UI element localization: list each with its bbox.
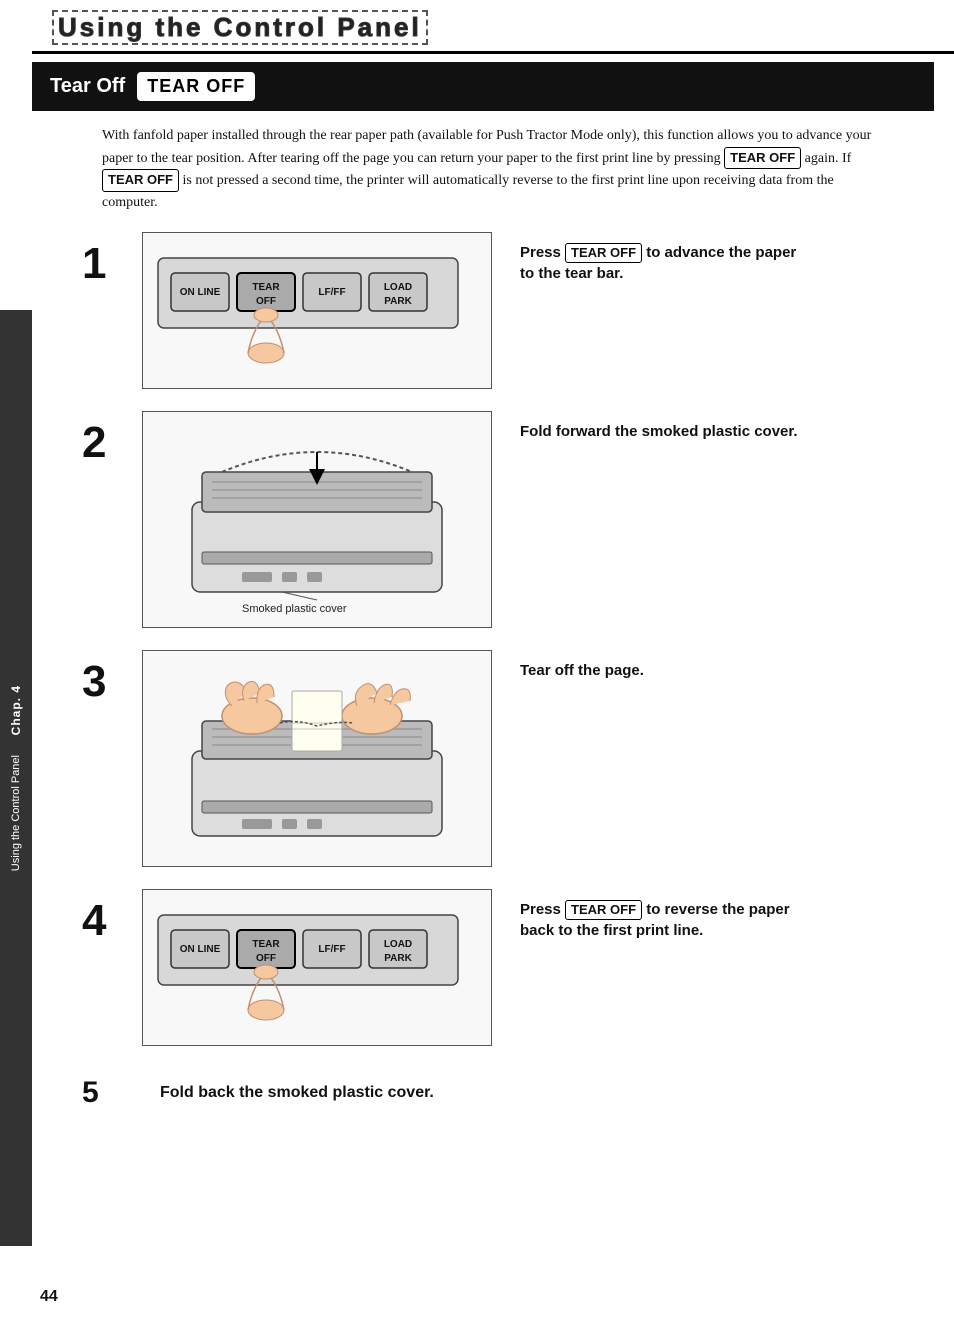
svg-text:OFF: OFF (256, 953, 276, 964)
page-title-area: Using the Control Panel (32, 0, 954, 54)
steps-area: 1 ON LINE TEAR OFF (82, 232, 934, 1068)
step-2-image: Smoked plastic cover (142, 411, 492, 628)
svg-text:TEAR: TEAR (252, 939, 280, 950)
step-3-desc-text: Tear off the page. (520, 662, 644, 679)
section-title: Tear Off (50, 75, 125, 98)
step-2-desc-text: Fold forward the smoked plastic cover. (520, 423, 798, 440)
svg-text:PARK: PARK (384, 953, 412, 964)
svg-text:LF/FF: LF/FF (318, 287, 345, 298)
page-number: 44 (40, 1288, 58, 1306)
intro-text-3: is not pressed a second time, the printe… (102, 173, 834, 210)
svg-text:Smoked plastic cover: Smoked plastic cover (242, 603, 347, 615)
section-header: Tear Off TEAR OFF (32, 62, 934, 111)
svg-text:OFF: OFF (256, 296, 276, 307)
step-1-desc: Press TEAR OFF to advance the paper to t… (520, 232, 800, 284)
sidebar-section-label: Using the Control Panel (10, 755, 22, 871)
step-5-row: 5 Fold back the smoked plastic cover. (82, 1078, 934, 1108)
page-title: Using the Control Panel (52, 10, 934, 45)
svg-text:PARK: PARK (384, 296, 412, 307)
step-4-image: ON LINE TEAR OFF LF/FF LOAD PARK (142, 889, 492, 1046)
step-3-image (142, 650, 492, 867)
step-1-badge: TEAR OFF (565, 243, 642, 263)
step-5-desc: Fold back the smoked plastic cover. (160, 1082, 434, 1104)
step-4-desc: Press TEAR OFF to reverse the paper back… (520, 889, 800, 941)
step-1-number: 1 (82, 242, 142, 286)
step-2-row: 2 (82, 411, 934, 628)
sidebar: Chap. 4 Using the Control Panel (0, 310, 32, 1246)
step-3-desc: Tear off the page. (520, 650, 644, 681)
step-5-number: 5 (82, 1078, 122, 1108)
main-content: With fanfold paper installed through the… (32, 111, 954, 1128)
step-2-number: 2 (82, 421, 142, 465)
step-3-number: 3 (82, 660, 142, 704)
svg-text:LOAD: LOAD (384, 282, 412, 293)
chapter-label: Chap. 4 (9, 685, 23, 735)
step-1-svg: ON LINE TEAR OFF LF/FF LOAD PARK (153, 253, 463, 373)
step-4-row: 4 ON LINE TEAR OFF LF (82, 889, 934, 1046)
section-badge: TEAR OFF (137, 72, 255, 101)
intro-badge-1: TEAR OFF (724, 147, 801, 169)
svg-text:ON LINE: ON LINE (180, 944, 221, 955)
step-4-desc-text: Press (520, 901, 565, 918)
step-4-number: 4 (82, 899, 142, 943)
svg-text:ON LINE: ON LINE (180, 287, 221, 298)
intro-text-2: again. If (805, 151, 852, 166)
svg-text:LOAD: LOAD (384, 939, 412, 950)
step-4-badge: TEAR OFF (565, 900, 642, 920)
step-2-svg: Smoked plastic cover (162, 422, 472, 617)
intro-paragraph: With fanfold paper installed through the… (102, 125, 884, 214)
step-4-svg: ON LINE TEAR OFF LF/FF LOAD PARK (153, 910, 463, 1030)
step-3-row: 3 (82, 650, 934, 867)
step-5-text: Fold back the smoked plastic cover. (160, 1084, 434, 1101)
svg-text:TEAR: TEAR (252, 282, 280, 293)
step-2-desc: Fold forward the smoked plastic cover. (520, 411, 798, 442)
page-title-text: Using the Control Panel (52, 10, 428, 45)
step-1-row: 1 ON LINE TEAR OFF (82, 232, 934, 389)
intro-badge-2: TEAR OFF (102, 169, 179, 191)
step-1-desc-text: Press (520, 244, 565, 261)
step-1-image: ON LINE TEAR OFF LF/FF LOAD PARK (142, 232, 492, 389)
svg-text:LF/FF: LF/FF (318, 944, 345, 955)
step-3-svg (162, 661, 472, 856)
